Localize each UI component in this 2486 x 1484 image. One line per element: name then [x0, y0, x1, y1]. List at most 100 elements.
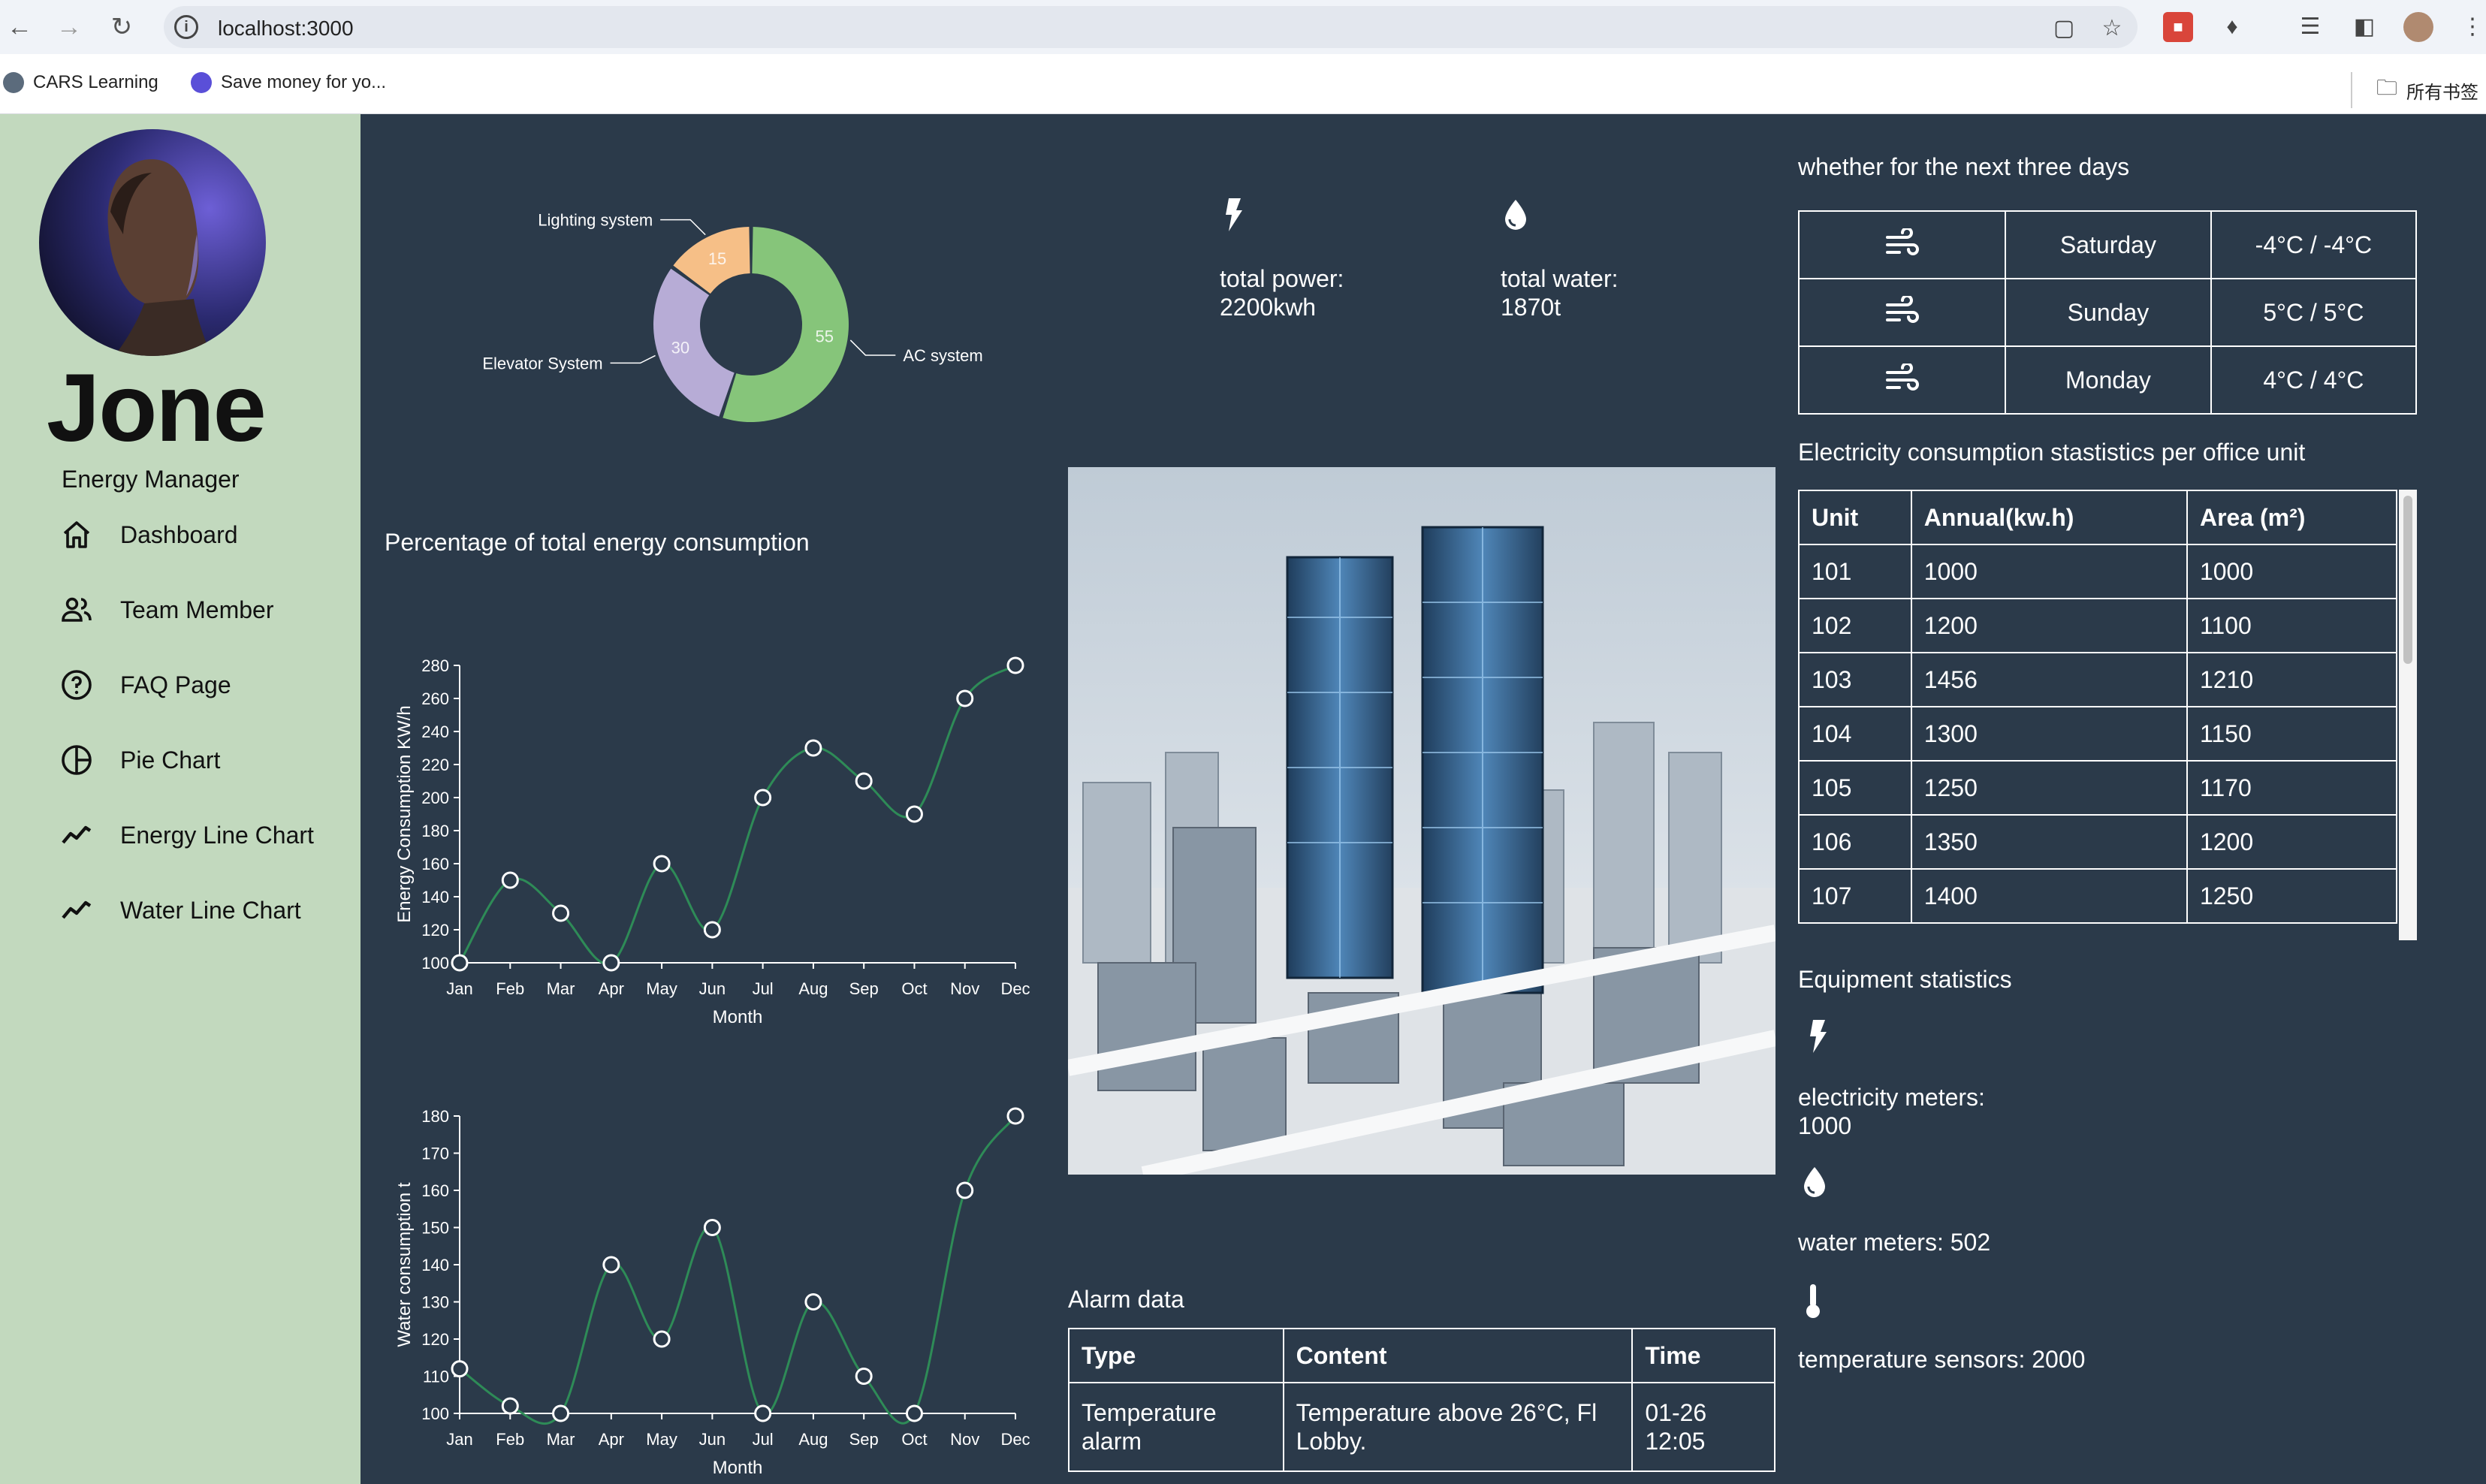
help-circle-icon: [62, 670, 92, 700]
media-control-icon[interactable]: ☰: [2295, 12, 2325, 42]
x-tick-label: Jun: [699, 979, 726, 998]
scrollbar-thumb[interactable]: [2403, 496, 2412, 664]
side-panel-icon[interactable]: ◧: [2349, 12, 2379, 42]
table-row[interactable]: 102 1200 1100: [1798, 598, 2398, 653]
user-name: Jone: [47, 354, 267, 462]
energy-line-chart: 100 120 140 160 180 200 220 240 260 280 Jan Feb Mar A…: [394, 656, 1030, 1027]
x-tick-label: Jan: [446, 979, 472, 998]
y-tick-label: 100: [421, 1404, 449, 1423]
data-point: [501, 1397, 519, 1415]
table-cell: Monday: [2005, 345, 2212, 415]
sidebar-item-water-line-chart[interactable]: Water Line Chart: [59, 888, 301, 933]
y-tick-label: 150: [421, 1219, 449, 1238]
table-row[interactable]: Temperature alarm Temperature above 26°C…: [1068, 1382, 1775, 1472]
data-point: [905, 805, 923, 823]
profile-avatar-icon[interactable]: [2403, 12, 2433, 42]
y-tick-label: 110: [423, 1368, 449, 1386]
total-power: total power: 2200kwh: [1220, 264, 1344, 321]
table-row[interactable]: 106 1350 1200: [1798, 814, 2398, 870]
x-tick-label: Dec: [1000, 979, 1030, 998]
timeline-icon: [62, 900, 92, 919]
table-cell: 101: [1798, 544, 1912, 599]
data-point: [1006, 1107, 1024, 1125]
sidebar-item-dashboard[interactable]: Dashboard: [59, 512, 238, 557]
extensions-puzzle-icon[interactable]: ♦: [2217, 12, 2247, 42]
table-cell: 1300: [1910, 706, 2188, 762]
reload-icon[interactable]: ↻: [105, 11, 138, 44]
data-point: [1006, 656, 1024, 674]
sidebar-item-energy-line-chart[interactable]: Energy Line Chart: [59, 813, 314, 858]
temperature-sensors: temperature sensors: 2000: [1798, 1346, 2086, 1373]
y-tick-label: 100: [421, 954, 449, 973]
bookmark-star-icon[interactable]: ☆: [2098, 15, 2125, 42]
x-tick-label: Nov: [950, 979, 979, 998]
energy-section-title: Percentage of total energy consumption: [385, 529, 810, 556]
table-row[interactable]: 103 1456 1210: [1798, 652, 2398, 707]
table-cell: 107: [1798, 868, 1912, 924]
units-table-scroll[interactable]: Unit Annual(kw.h) Area (m²) 101 1000 1000 …: [1798, 490, 2417, 940]
browser-toolbar: ← → ↻ i localhost:3000 ▢ ☆ ■ ♦ ☰ ◧ ⋮: [0, 0, 2486, 54]
url-text[interactable]: localhost:3000: [218, 17, 354, 41]
bookmark-item[interactable]: Save money for yo...: [191, 72, 386, 93]
electricity-meters-label: electricity meters:: [1798, 1084, 1985, 1111]
table-row[interactable]: 105 1250 1170: [1798, 760, 2398, 816]
pie-chart-icon: [62, 745, 92, 775]
sidebar-item-label: Water Line Chart: [120, 896, 301, 924]
units-table: Unit Annual(kw.h) Area (m²) 101 1000 1000 …: [1798, 490, 2398, 924]
all-bookmarks-folder[interactable]: 🗀 所有书签: [2351, 72, 2478, 108]
water-drop-icon: [1505, 200, 1526, 230]
address-bar[interactable]: i localhost:3000 ▢ ☆: [164, 6, 2138, 48]
column-header: Annual(kw.h): [1910, 490, 2188, 545]
table-cell: 1210: [2186, 652, 2398, 707]
y-axis-label: Energy Consumption KW/h: [394, 705, 415, 922]
data-point: [855, 1368, 873, 1385]
data-point: [956, 689, 974, 707]
table-cell: 1400: [1910, 868, 2188, 924]
back-arrow-icon[interactable]: ←: [3, 11, 36, 44]
extension-icon[interactable]: ■: [2163, 12, 2193, 42]
y-tick-label: 200: [421, 789, 449, 807]
sidebar-item-label: Dashboard: [120, 520, 238, 548]
table-row[interactable]: 104 1300 1150: [1798, 706, 2398, 762]
table-cell: 105: [1798, 760, 1912, 816]
bookmarks-bar: CARS Learning Save money for yo... 🗀 所有书…: [0, 54, 2486, 114]
table-cell: Sunday: [2005, 278, 2212, 347]
site-info-icon[interactable]: i: [174, 15, 198, 39]
browser-menu-icon[interactable]: ⋮: [2457, 12, 2486, 42]
bookmarks-folder-label: 所有书签: [2406, 82, 2479, 103]
data-point: [956, 1181, 974, 1199]
table-cell: 1350: [1910, 814, 2188, 870]
y-tick-label: 180: [421, 822, 449, 840]
table-cell: 1200: [1910, 598, 2188, 653]
sidebar-item-team-member[interactable]: Team Member: [59, 587, 274, 632]
weather-table: Saturday -4°C / -4°C Sunday 5°C / 5°C Mo…: [1797, 210, 2418, 415]
x-tick-label: Aug: [798, 1430, 828, 1449]
wind-icon: [1885, 294, 1919, 323]
pie-slice: [653, 268, 735, 417]
equipment-title: Equipment statistics: [1798, 966, 2012, 993]
people-icon: [62, 597, 92, 622]
sidebar-item-pie-chart[interactable]: Pie Chart: [59, 737, 220, 783]
alarm-section-title: Alarm data: [1068, 1286, 1184, 1313]
data-point: [804, 1293, 822, 1311]
wind-icon: [1885, 227, 1919, 255]
table-row[interactable]: 107 1400 1250: [1798, 868, 2398, 924]
forward-arrow-icon[interactable]: →: [53, 11, 86, 44]
bookmark-item[interactable]: CARS Learning: [3, 72, 158, 93]
table-cell: 1150: [2186, 706, 2398, 762]
avatar: [39, 129, 266, 356]
sidebar-item-faq[interactable]: FAQ Page: [59, 662, 231, 707]
x-tick-label: Sep: [849, 979, 879, 998]
table-row: Monday 4°C / 4°C: [1797, 345, 2418, 415]
install-app-icon[interactable]: ▢: [2050, 15, 2077, 42]
units-table-scrollbar[interactable]: [2399, 490, 2417, 940]
water-line-chart: 100 110 120 130 140 150 160 170 180 Jan Feb Mar Apr M…: [394, 1107, 1030, 1478]
x-tick-label: Feb: [496, 979, 524, 998]
total-power-label: total power:: [1220, 265, 1344, 292]
data-point: [703, 921, 721, 939]
table-row[interactable]: 101 1000 1000: [1798, 544, 2398, 599]
wind-icon: [1885, 362, 1919, 391]
x-axis-label: Month: [713, 1458, 763, 1478]
sidebar: Jone Energy Manager Dashboard Team Membe…: [0, 114, 361, 1484]
pie-category-label: Elevator System: [482, 354, 602, 373]
